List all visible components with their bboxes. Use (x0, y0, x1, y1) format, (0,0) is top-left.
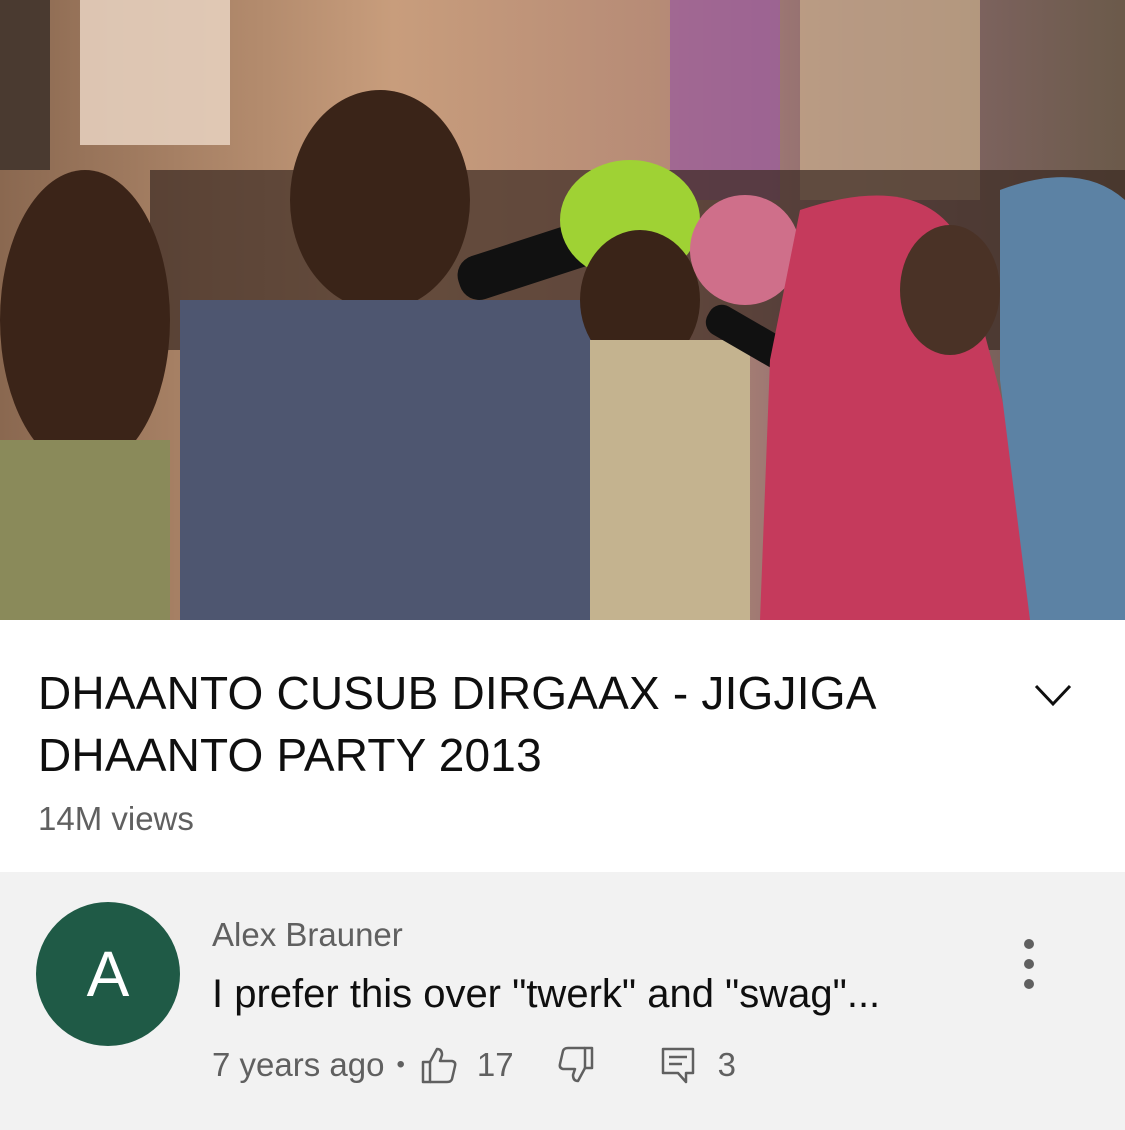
comment-time: 7 years ago (212, 1046, 385, 1083)
video-player[interactable] (0, 0, 1125, 620)
video-frame (0, 0, 1125, 620)
like-count: 17 (476, 1046, 514, 1083)
avatar-letter: A (86, 938, 130, 1010)
video-title: DHAANTO CUSUB DIRGAAX - JIGJIGA DHAANTO … (38, 667, 875, 781)
video-info: DHAANTO CUSUB DIRGAAX - JIGJIGA DHAANTO … (0, 620, 1125, 872)
chevron-down-icon[interactable] (1030, 678, 1076, 714)
comment-meta: 7 years ago • 17 3 (212, 1040, 736, 1090)
more-vertical-icon[interactable] (1010, 936, 1048, 992)
view-count: 14M views (38, 800, 194, 837)
comment: A Alex Brauner I prefer this over "twerk… (0, 872, 1125, 1130)
avatar[interactable]: A (36, 902, 180, 1046)
comment-text: I prefer this over "twerk" and "swag"... (212, 972, 881, 1016)
reply-icon[interactable] (658, 1045, 698, 1085)
reply-count: 3 (717, 1046, 736, 1083)
comment-author[interactable]: Alex Brauner (212, 916, 403, 954)
separator-dot: • (396, 1051, 405, 1078)
thumbs-down-icon[interactable] (556, 1045, 596, 1085)
thumbs-up-icon[interactable] (419, 1045, 459, 1085)
